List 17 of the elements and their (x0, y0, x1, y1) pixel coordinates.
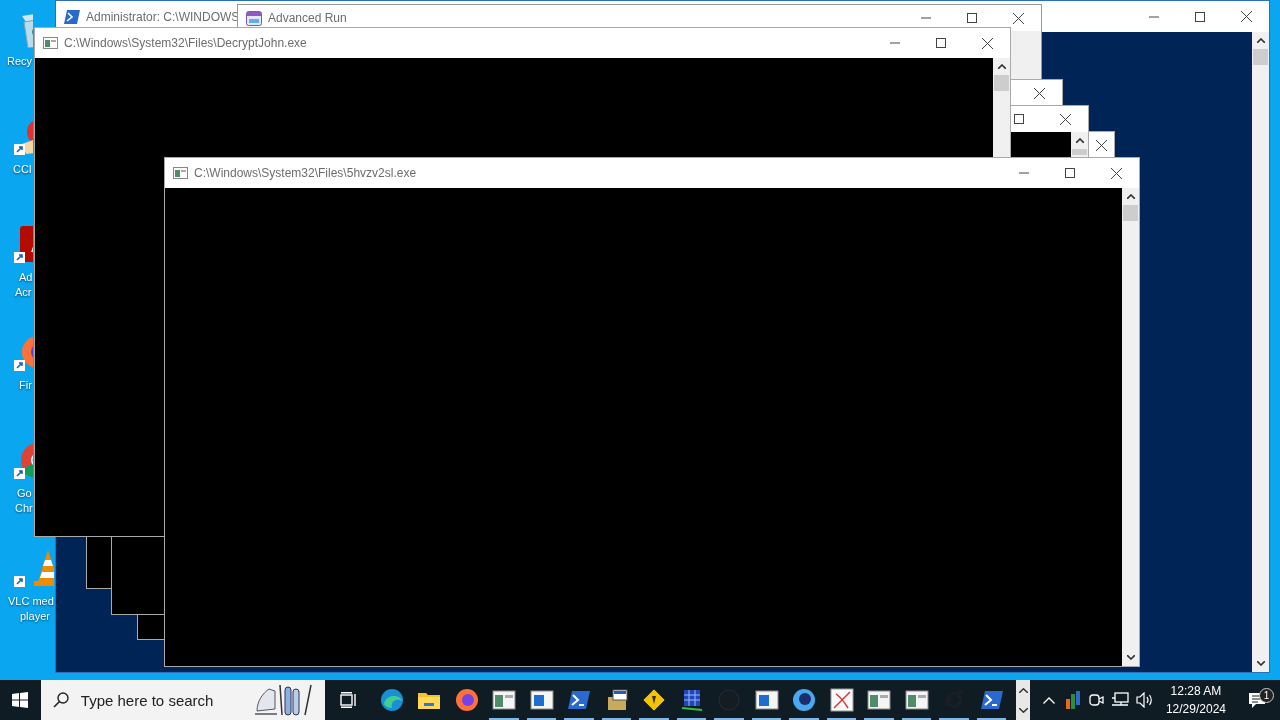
window-title: Administrator: C:\WINDOWS (86, 9, 240, 24)
window-title: Advanced Run (268, 11, 347, 25)
desktop-icon-label[interactable]: Acr (15, 285, 33, 300)
count-badge: 1 (1259, 687, 1274, 703)
search-box[interactable]: Type here to search (40, 680, 325, 720)
desktop-icon-label[interactable]: CCl (13, 162, 32, 177)
desktop-icon-label[interactable]: Recy (7, 54, 33, 69)
window-title: C:\Windows\System32\Files\DecryptJohn.exe (64, 36, 307, 50)
desktop-icon-label[interactable]: player (20, 609, 54, 624)
desktop-icon-label[interactable]: Ad (19, 270, 33, 285)
clock[interactable]: 12:28 AM 12/29/2024 (1157, 680, 1234, 720)
desktop-icon-label[interactable]: Fir (19, 378, 32, 393)
desktop-icon-label[interactable]: Chr (15, 501, 33, 516)
desktop-icon-label[interactable]: Go (17, 486, 33, 501)
desktop-icon-label[interactable]: VLC med (8, 594, 54, 609)
search-field[interactable]: Type here to search (78, 690, 243, 710)
window-title: C:\Windows\System32\Files\5hvzv2sl.exe (194, 166, 417, 180)
